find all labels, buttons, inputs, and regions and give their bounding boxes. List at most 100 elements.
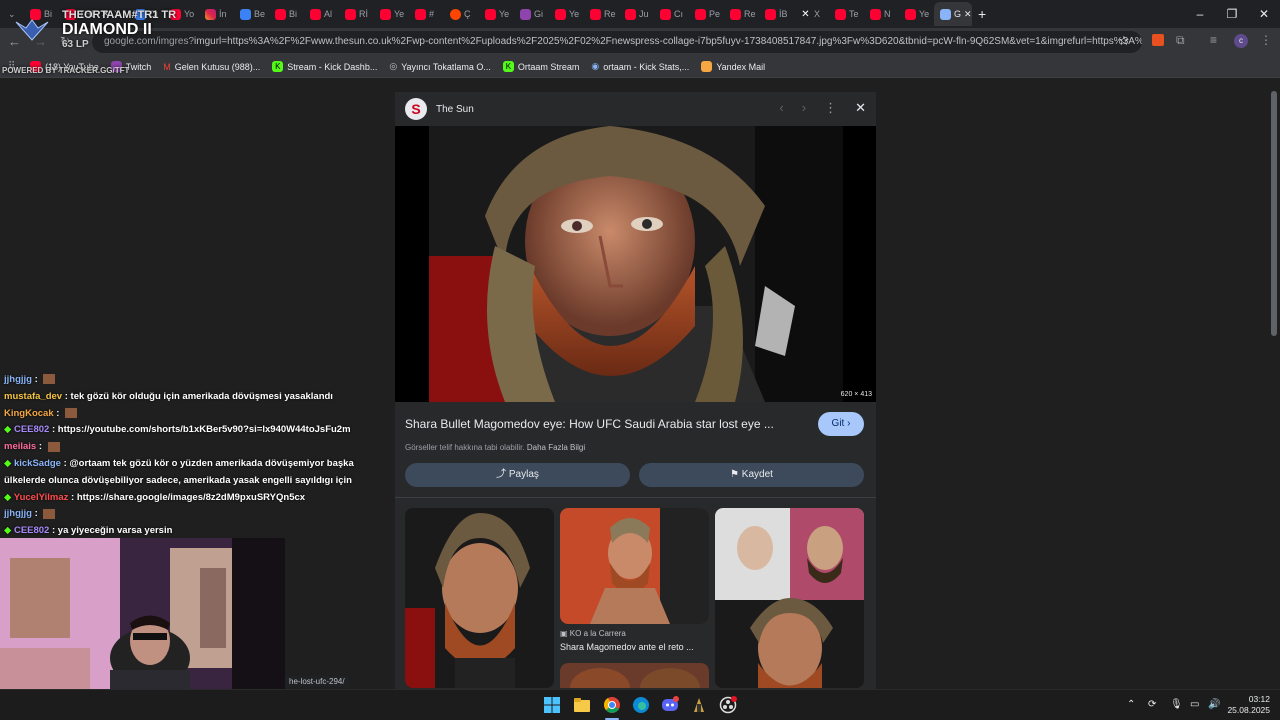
browser-tab[interactable]: Rİ: [339, 2, 374, 26]
browser-tab[interactable]: İn: [199, 2, 234, 26]
visit-button[interactable]: Git ›: [818, 412, 864, 436]
share-button[interactable]: ⤴ Paylaş: [405, 463, 630, 487]
related-image-3[interactable]: [715, 508, 864, 688]
chat-message: mustafa_dev : tek gözü kör olduğu için a…: [0, 389, 385, 406]
preview-image[interactable]: 620 × 413: [395, 126, 876, 402]
chat-message: ülkelerde olunca dövüşebiliyor sadece, a…: [0, 473, 385, 490]
tab-title: Yo: [184, 9, 195, 19]
more-options-icon[interactable]: ⋮: [824, 100, 837, 116]
next-arrow-icon[interactable]: ›: [802, 100, 806, 116]
maximize-button[interactable]: ❐: [1216, 7, 1248, 21]
tab-title: #: [429, 9, 435, 19]
chat-username: kickSadge: [13, 457, 61, 469]
prev-arrow-icon[interactable]: ‹: [779, 100, 783, 116]
system-clock[interactable]: 03:12 25.08.2025: [1227, 694, 1270, 716]
browser-tab[interactable]: Re: [724, 2, 759, 26]
menu-icon[interactable]: ⋮: [1260, 33, 1272, 47]
browser-tab[interactable]: Ye: [899, 2, 934, 26]
bookmark-label: Stream - Kick Dashb...: [287, 61, 378, 72]
related-image-2[interactable]: [560, 508, 709, 624]
chat-badge-icon: ◆: [4, 491, 14, 503]
browser-tab[interactable]: Ye: [479, 2, 514, 26]
network-icon[interactable]: ▭: [1190, 699, 1199, 710]
bookmark-yandex-mail[interactable]: Yandex Mail: [701, 61, 765, 72]
bookmark-star-icon[interactable]: ☆: [1118, 33, 1130, 49]
volume-icon[interactable]: 🔊: [1208, 699, 1220, 710]
tab-favicon-icon: ✕: [801, 8, 810, 20]
scrollbar[interactable]: [1268, 79, 1280, 689]
browser-tab[interactable]: G ✕: [934, 2, 972, 26]
chat-emote-icon: [43, 374, 56, 385]
app-icon[interactable]: [690, 696, 708, 714]
tab-favicon-icon: [835, 8, 846, 20]
obs-icon[interactable]: [719, 696, 737, 714]
browser-tab[interactable]: Al: [304, 2, 339, 26]
image-dimensions: 620 × 413: [840, 391, 872, 398]
browser-tab[interactable]: #: [409, 2, 444, 26]
tab-favicon-icon: [625, 8, 636, 20]
windows-start-icon[interactable]: [543, 696, 561, 714]
browser-tab[interactable]: Te: [829, 2, 864, 26]
close-window-button[interactable]: ✕: [1248, 7, 1280, 21]
related-image-4[interactable]: [560, 663, 709, 688]
more-info-link[interactable]: Daha Fazla Bilgi: [527, 443, 585, 452]
browser-tab[interactable]: Ç: [444, 2, 479, 26]
browser-tab[interactable]: Pe: [689, 2, 724, 26]
bookmark-gmail[interactable]: M Gelen Kutusu (988)...: [163, 62, 260, 72]
scrollbar-thumb[interactable]: [1271, 91, 1277, 336]
site-icon: ▣: [560, 629, 568, 638]
bookmarks-bar: ⠿ (18) YouTube Twitch M Gelen Kutusu (988…: [0, 56, 1280, 78]
close-panel-icon[interactable]: ✕: [855, 100, 866, 116]
media-icon[interactable]: ≡: [1210, 33, 1217, 47]
browser-tab[interactable]: Bi: [269, 2, 304, 26]
bookmark-label: Twitch: [125, 61, 152, 72]
clock-date: 25.08.2025: [1227, 705, 1270, 715]
browser-tab[interactable]: Re: [584, 2, 619, 26]
tab-title: Ç: [464, 9, 471, 19]
panel-source-name[interactable]: The Sun: [436, 104, 474, 115]
browser-tab[interactable]: Ye: [549, 2, 584, 26]
chrome-icon[interactable]: [603, 696, 621, 714]
extension-icon[interactable]: [1152, 34, 1164, 46]
browser-tab[interactable]: Be: [234, 2, 269, 26]
browser-tab[interactable]: ✕ X: [794, 2, 829, 26]
minimize-button[interactable]: –: [1184, 7, 1216, 21]
edge-icon[interactable]: [632, 696, 650, 714]
address-bar[interactable]: google.com/imgres?imgurl=https%3A%2F%2Fw…: [92, 31, 1142, 53]
chat-badge-icon: ◆: [4, 457, 14, 469]
extensions-icon[interactable]: ⧉: [1176, 33, 1185, 48]
bookmark-ortaam-stream[interactable]: K Ortaam Stream: [502, 61, 579, 72]
file-explorer-icon[interactable]: [573, 696, 591, 714]
tab-title: N: [884, 9, 891, 19]
chat-username: mustafa_dev: [4, 390, 63, 402]
microphone-icon[interactable]: 🎙: [1170, 699, 1183, 710]
browser-tab[interactable]: Ye: [374, 2, 409, 26]
browser-tab[interactable]: N: [864, 2, 899, 26]
tab-title: Re: [744, 9, 756, 19]
browser-tab[interactable]: Ju: [619, 2, 654, 26]
tab-title: Al: [324, 9, 333, 19]
share-icon: ⤴: [496, 469, 507, 480]
chat-message: ◆ CEE802 : https://youtube.com/shorts/b1…: [0, 422, 385, 439]
discord-icon[interactable]: [661, 696, 679, 714]
new-tab-button[interactable]: +: [972, 2, 996, 26]
sync-icon[interactable]: ⟳: [1148, 699, 1156, 710]
tray-overflow-icon[interactable]: ⌃: [1127, 699, 1135, 710]
close-tab-icon[interactable]: ✕: [964, 9, 972, 20]
browser-tab[interactable]: Cı: [654, 2, 689, 26]
profile-avatar[interactable]: c: [1234, 34, 1248, 48]
chat-text: https://youtube.com/shorts/b1xKBer5v90?s…: [57, 424, 351, 436]
save-button[interactable]: ⚑ Kaydet: [639, 463, 864, 487]
tab-favicon-icon: [275, 8, 286, 20]
browser-tab[interactable]: İB: [759, 2, 794, 26]
chat-username: CEE802: [13, 424, 50, 436]
bookmark-tokatlama[interactable]: ◎ Yayıncı Tokatlama O...: [389, 61, 491, 72]
tab-strip: ⌄ BiTHEORTAAM#TR1 TR✕XCıYoİnBeBiAlRİYe#Ç…: [0, 0, 1280, 28]
preview-title[interactable]: Shara Bullet Magomedov eye: How UFC Saud…: [405, 417, 774, 431]
related-image-1[interactable]: [405, 508, 554, 688]
bookmark-kick-stats[interactable]: ◉ ortaam - Kick Stats,...: [591, 61, 689, 72]
browser-tab[interactable]: Gi: [514, 2, 549, 26]
bookmark-kick-dashboard[interactable]: K Stream - Kick Dashb...: [272, 61, 377, 72]
related-caption[interactable]: Shara Magomedov ante el reto ...: [560, 642, 694, 652]
tab-title: Rİ: [359, 9, 368, 19]
